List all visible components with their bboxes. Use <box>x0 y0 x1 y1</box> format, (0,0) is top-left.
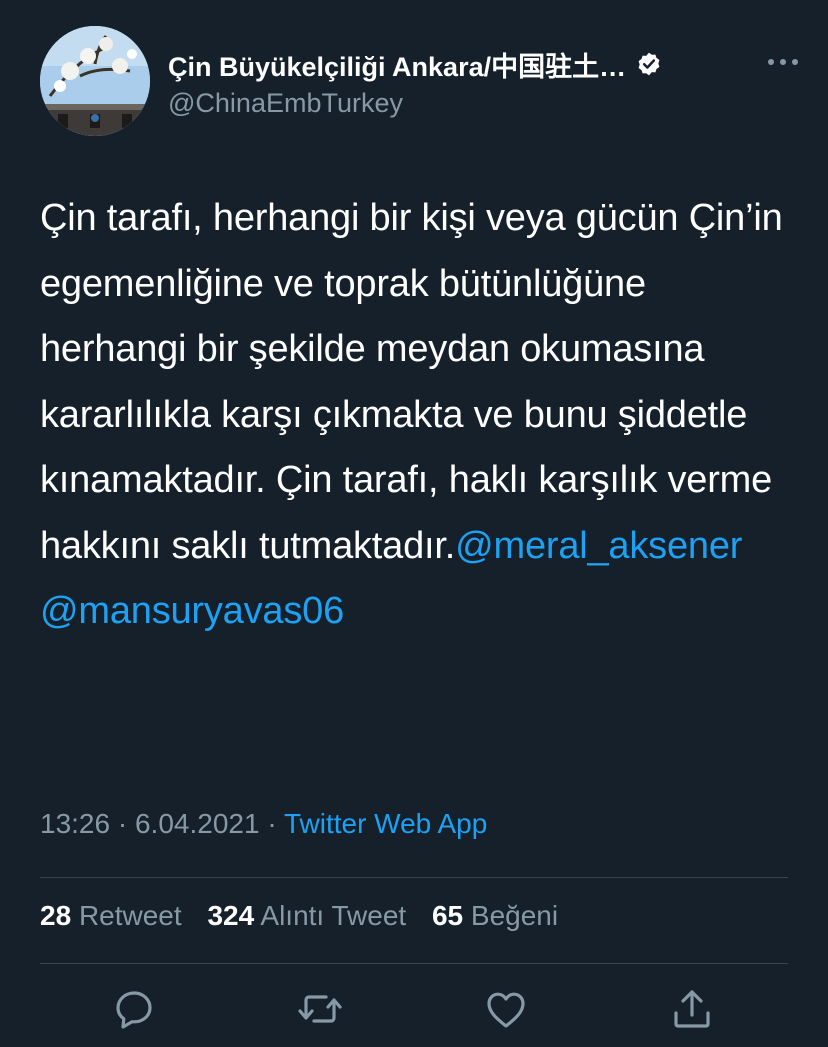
tweet-body: Çin tarafı, herhangi bir kişi veya gücün… <box>40 197 783 567</box>
meta-separator: · <box>117 808 128 839</box>
divider <box>40 963 788 964</box>
handle[interactable]: @ChinaEmbTurkey <box>168 88 778 119</box>
tweet-header: Çin Büyükelçiliği Ankara/中国驻土… @ChinaEmb… <box>40 26 800 136</box>
meta-separator: · <box>267 808 277 839</box>
avatar[interactable] <box>40 26 150 136</box>
retweet-icon[interactable] <box>296 985 344 1033</box>
tweet-time[interactable]: 13:26 <box>40 808 110 839</box>
tweet-stats: 28 Retweet 324 Alıntı Tweet 65 Beğeni <box>40 900 576 932</box>
more-icon[interactable] <box>766 56 800 68</box>
name-row: Çin Büyükelçiliği Ankara/中国驻土… <box>168 46 778 82</box>
quote-label[interactable]: Alıntı Tweet <box>260 900 406 931</box>
mention-link[interactable]: @meral_aksener <box>455 525 742 567</box>
retweet-label[interactable]: Retweet <box>79 900 182 931</box>
name-block: Çin Büyükelçiliği Ankara/中国驻土… @ChinaEmb… <box>168 46 778 119</box>
share-icon[interactable] <box>668 985 716 1033</box>
display-name[interactable]: Çin Büyükelçiliği Ankara/中国驻土… <box>168 45 626 84</box>
mention-link[interactable]: @mansuryavas06 <box>40 590 344 632</box>
tweet-meta: 13:26 · 6.04.2021 · Twitter Web App <box>40 808 487 840</box>
tweet-date[interactable]: 6.04.2021 <box>135 808 260 839</box>
like-label[interactable]: Beğeni <box>471 900 558 931</box>
retweet-count[interactable]: 28 <box>40 900 71 931</box>
verified-badge-icon <box>638 52 660 76</box>
like-count[interactable]: 65 <box>432 900 463 931</box>
like-icon[interactable] <box>482 985 530 1033</box>
action-bar <box>0 985 828 1035</box>
tweet-text: Çin tarafı, herhangi bir kişi veya gücün… <box>40 186 790 645</box>
reply-icon[interactable] <box>110 985 158 1033</box>
quote-count[interactable]: 324 <box>207 900 254 931</box>
avatar-image <box>40 26 150 136</box>
tweet-source[interactable]: Twitter Web App <box>284 808 487 839</box>
divider <box>40 877 788 878</box>
